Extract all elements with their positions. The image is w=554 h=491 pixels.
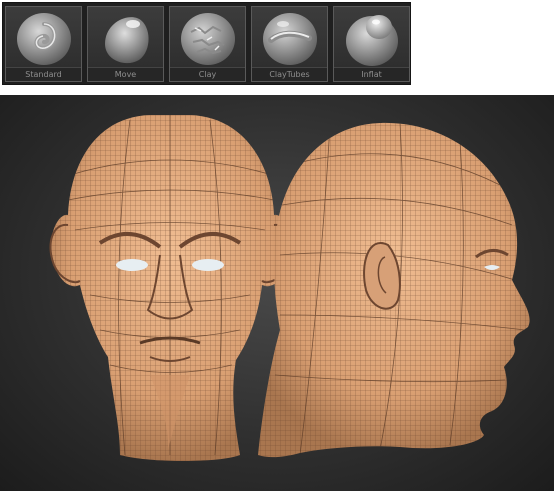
clay-brush-icon	[181, 13, 235, 65]
brush-palette: Standard Move Clay ClayTubes Inflat	[2, 2, 411, 85]
inflat-brush-icon	[346, 15, 398, 66]
brush-clay[interactable]: Clay	[169, 6, 246, 82]
brush-inflat[interactable]: Inflat	[333, 6, 410, 82]
brush-claytubes[interactable]: ClayTubes	[251, 6, 328, 82]
side-view-head	[258, 122, 530, 458]
sculpted-head-render	[49, 115, 530, 461]
brush-standard[interactable]: Standard	[5, 6, 82, 82]
brush-label: Move	[88, 67, 163, 81]
brush-label: Inflat	[334, 67, 409, 81]
front-view-head	[49, 115, 293, 461]
viewport	[0, 95, 554, 491]
move-brush-icon	[105, 17, 149, 64]
brush-label: Standard	[6, 67, 81, 81]
claytubes-brush-icon	[263, 13, 317, 65]
brush-label: ClayTubes	[252, 67, 327, 81]
brush-label: Clay	[170, 67, 245, 81]
standard-brush-icon	[17, 13, 71, 65]
brush-move[interactable]: Move	[87, 6, 164, 82]
